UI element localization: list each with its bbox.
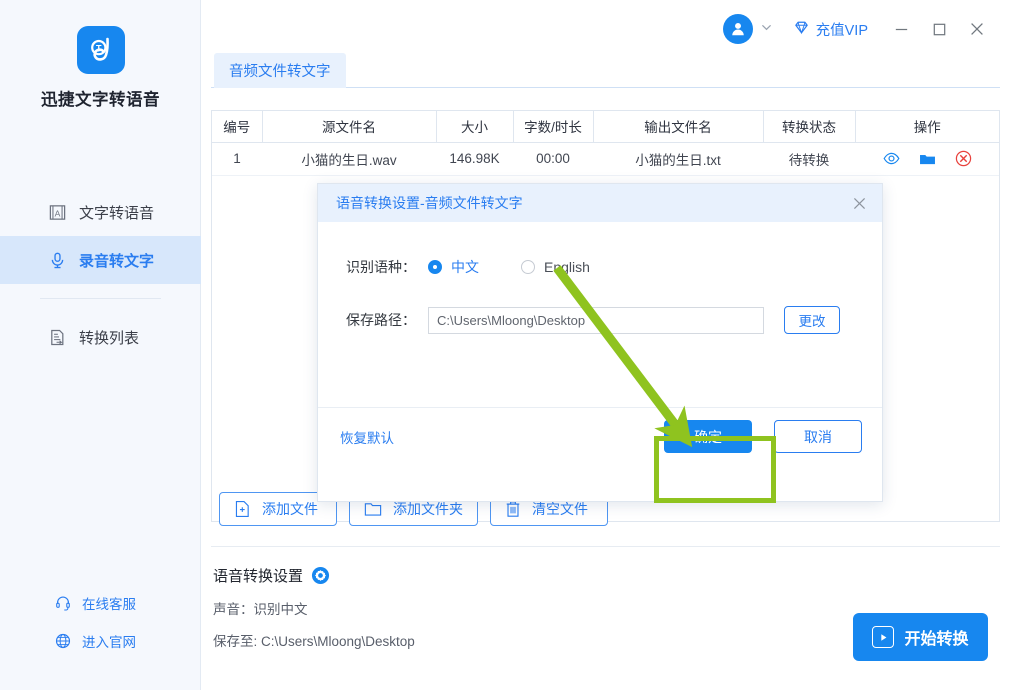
- add-file-icon: [234, 500, 251, 518]
- language-label: 识别语种：: [346, 259, 416, 275]
- sidebar-item-audio-to-text[interactable]: 录音转文字: [0, 236, 201, 284]
- radio-chinese[interactable]: 中文: [428, 257, 479, 277]
- dialog-footer: 恢复默认 确定 取消: [318, 407, 882, 465]
- dialog-header: 语音转换设置-音频文件转文字: [318, 184, 882, 222]
- dialog-body: 识别语种： 中文 English 保存路径： C:\Users\Mloong\D…: [318, 222, 882, 465]
- cell-source: 小猫的生日.wav: [262, 142, 436, 176]
- gear-icon[interactable]: [311, 566, 330, 585]
- sidebar-link-label: 在线客服: [82, 597, 136, 612]
- sidebar-link-website[interactable]: 进入官网: [0, 622, 201, 660]
- section-divider: [211, 546, 1000, 547]
- language-radio-group: 中文 English: [428, 257, 590, 277]
- column-header-size: 大小: [436, 111, 514, 143]
- sidebar-link-label: 进入官网: [82, 635, 136, 650]
- table-body: 1 小猫的生日.wav 146.98K 00:00 小猫的生日.txt 待转换: [212, 142, 999, 176]
- save-path-input[interactable]: C:\Users\Mloong\Desktop: [428, 306, 764, 334]
- dialog-title: 语音转换设置-音频文件转文字: [336, 195, 523, 211]
- play-icon: [872, 626, 895, 648]
- sidebar-item-label: 转换列表: [79, 329, 140, 347]
- settings-voice-line: 声音：识别中文: [213, 602, 308, 617]
- cancel-button[interactable]: 取消: [774, 420, 862, 453]
- svg-text:A: A: [54, 208, 60, 218]
- add-folder-label: 添加文件夹: [393, 501, 463, 517]
- add-file-label: 添加文件: [262, 501, 318, 517]
- language-field-row: 识别语种： 中文 English: [346, 257, 882, 277]
- table-header-row: 编号 源文件名 大小 字数/时长 输出文件名 转换状态 操作: [212, 111, 999, 143]
- sidebar-links: 在线客服 进入官网: [0, 584, 201, 660]
- restore-defaults-link[interactable]: 恢复默认: [340, 427, 394, 447]
- save-path-label: 保存路径：: [346, 312, 416, 328]
- sidebar-item-text-to-speech[interactable]: A 文字转语音: [0, 188, 201, 236]
- brand-block: T 迅捷文字转语音: [0, 26, 201, 110]
- file-table-element: 编号 源文件名 大小 字数/时长 输出文件名 转换状态 操作 1 小猫的生日.w…: [212, 111, 999, 176]
- save-path-field-row: 保存路径： C:\Users\Mloong\Desktop 更改: [346, 306, 882, 334]
- cell-duration: 00:00: [513, 142, 593, 176]
- settings-title-row: 语音转换设置: [213, 565, 415, 586]
- radio-english-label: English: [544, 259, 590, 275]
- start-conversion-label: 开始转换: [904, 631, 969, 648]
- column-header-actions: 操作: [855, 111, 999, 143]
- sidebar-item-label: 文字转语音: [79, 204, 155, 222]
- cell-output: 小猫的生日.txt: [593, 142, 763, 176]
- tab-label: 音频文件转文字: [229, 64, 331, 80]
- app-title: 迅捷文字转语音: [41, 91, 160, 109]
- trash-icon: [505, 500, 521, 518]
- cell-status: 待转换: [763, 142, 855, 176]
- radio-dot-icon: [521, 260, 535, 274]
- column-header-duration: 字数/时长: [513, 111, 594, 143]
- globe-icon: [54, 632, 72, 650]
- conversion-settings-dialog: 语音转换设置-音频文件转文字 识别语种： 中文 English 保存路径： C:…: [317, 183, 883, 502]
- sidebar-item-label: 录音转文字: [79, 252, 155, 270]
- settings-summary: 语音转换设置 声音：识别中文 保存至: C:\Users\Mloong\Desk…: [213, 565, 415, 650]
- start-conversion-button[interactable]: 开始转换: [853, 613, 988, 661]
- close-icon[interactable]: [851, 195, 868, 212]
- tab-strip: 音频文件转文字: [211, 53, 1000, 88]
- radio-chinese-label: 中文: [451, 259, 479, 275]
- microphone-icon: [47, 250, 67, 270]
- sidebar: T 迅捷文字转语音 A 文字转语音 录音转文字 转换列表 在线客服 进入官网: [0, 0, 201, 690]
- column-header-index: 编号: [212, 111, 263, 143]
- sidebar-link-customer-service[interactable]: 在线客服: [0, 584, 201, 622]
- conversion-list-icon: [47, 327, 67, 347]
- table-row[interactable]: 1 小猫的生日.wav 146.98K 00:00 小猫的生日.txt 待转换: [212, 142, 999, 176]
- clear-files-label: 清空文件: [532, 501, 588, 517]
- table-header: 编号 源文件名 大小 字数/时长 输出文件名 转换状态 操作: [212, 111, 999, 143]
- text-to-speech-icon: A: [47, 202, 67, 222]
- column-header-source: 源文件名: [262, 111, 437, 143]
- sidebar-item-conversion-list[interactable]: 转换列表: [0, 313, 201, 361]
- eye-icon[interactable]: [882, 152, 900, 165]
- annotation-highlight-box: [654, 436, 776, 503]
- settings-title: 语音转换设置: [213, 568, 304, 585]
- change-path-button[interactable]: 更改: [784, 306, 840, 334]
- delete-icon[interactable]: [955, 150, 972, 167]
- sidebar-nav: A 文字转语音 录音转文字 转换列表: [0, 188, 201, 361]
- add-folder-icon: [364, 501, 382, 517]
- cell-index: 1: [212, 142, 262, 176]
- column-header-output: 输出文件名: [593, 111, 764, 143]
- settings-save-line: 保存至: C:\Users\Mloong\Desktop: [213, 634, 415, 649]
- folder-icon[interactable]: [919, 152, 936, 166]
- cell-actions: [855, 142, 999, 176]
- svg-text:T: T: [96, 43, 102, 53]
- column-header-status: 转换状态: [763, 111, 856, 143]
- app-window: T 迅捷文字转语音 A 文字转语音 录音转文字 转换列表 在线客服 进入官网 充…: [0, 0, 1010, 690]
- sidebar-divider: [40, 298, 161, 299]
- tab-audio-to-text[interactable]: 音频文件转文字: [214, 53, 346, 88]
- radio-dot-icon: [428, 260, 442, 274]
- radio-english[interactable]: English: [521, 259, 590, 275]
- cell-size: 146.98K: [436, 142, 513, 176]
- app-logo-icon: T: [76, 26, 125, 74]
- customer-service-icon: [54, 594, 72, 612]
